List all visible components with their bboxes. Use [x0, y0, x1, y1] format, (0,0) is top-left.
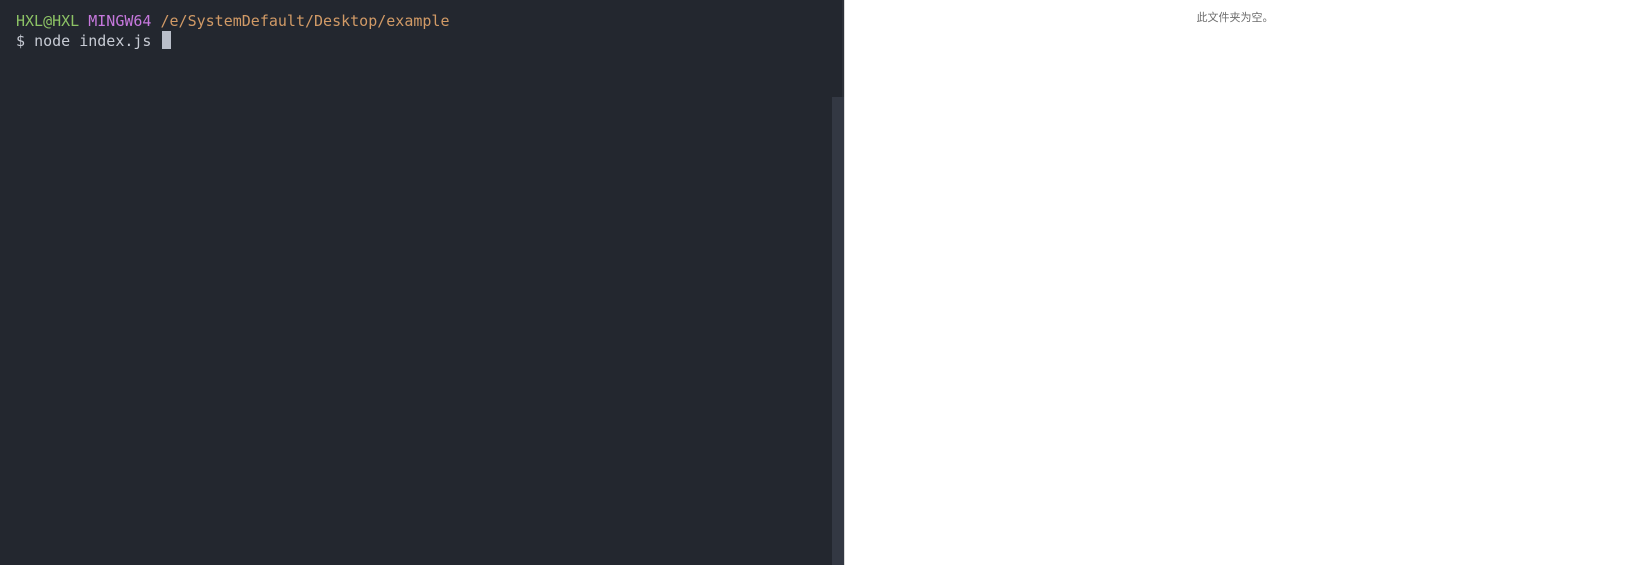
- command-line[interactable]: $ node index.js: [16, 31, 844, 51]
- prompt-line: HXL@HXL MINGW64 /e/SystemDefault/Desktop…: [16, 11, 844, 31]
- command-text: node index.js: [34, 32, 152, 50]
- terminal-scrollbar-track[interactable]: [832, 0, 844, 565]
- file-explorer-pane[interactable]: 此文件夹为空。: [844, 0, 1626, 565]
- prompt-user-host: HXL@HXL: [16, 12, 80, 30]
- terminal-window[interactable]: HXL@HXL MINGW64 /e/SystemDefault/Desktop…: [0, 0, 844, 565]
- empty-folder-message: 此文件夹为空。: [1196, 11, 1274, 24]
- text-cursor: [161, 31, 171, 49]
- prompt-symbol: $: [16, 32, 26, 50]
- prompt-path: /e/SystemDefault/Desktop/example: [160, 12, 450, 30]
- terminal-scrollbar-thumb[interactable]: [832, 97, 844, 565]
- prompt-environment: MINGW64: [88, 12, 152, 30]
- screen: HXL@HXL MINGW64 /e/SystemDefault/Desktop…: [0, 0, 1626, 565]
